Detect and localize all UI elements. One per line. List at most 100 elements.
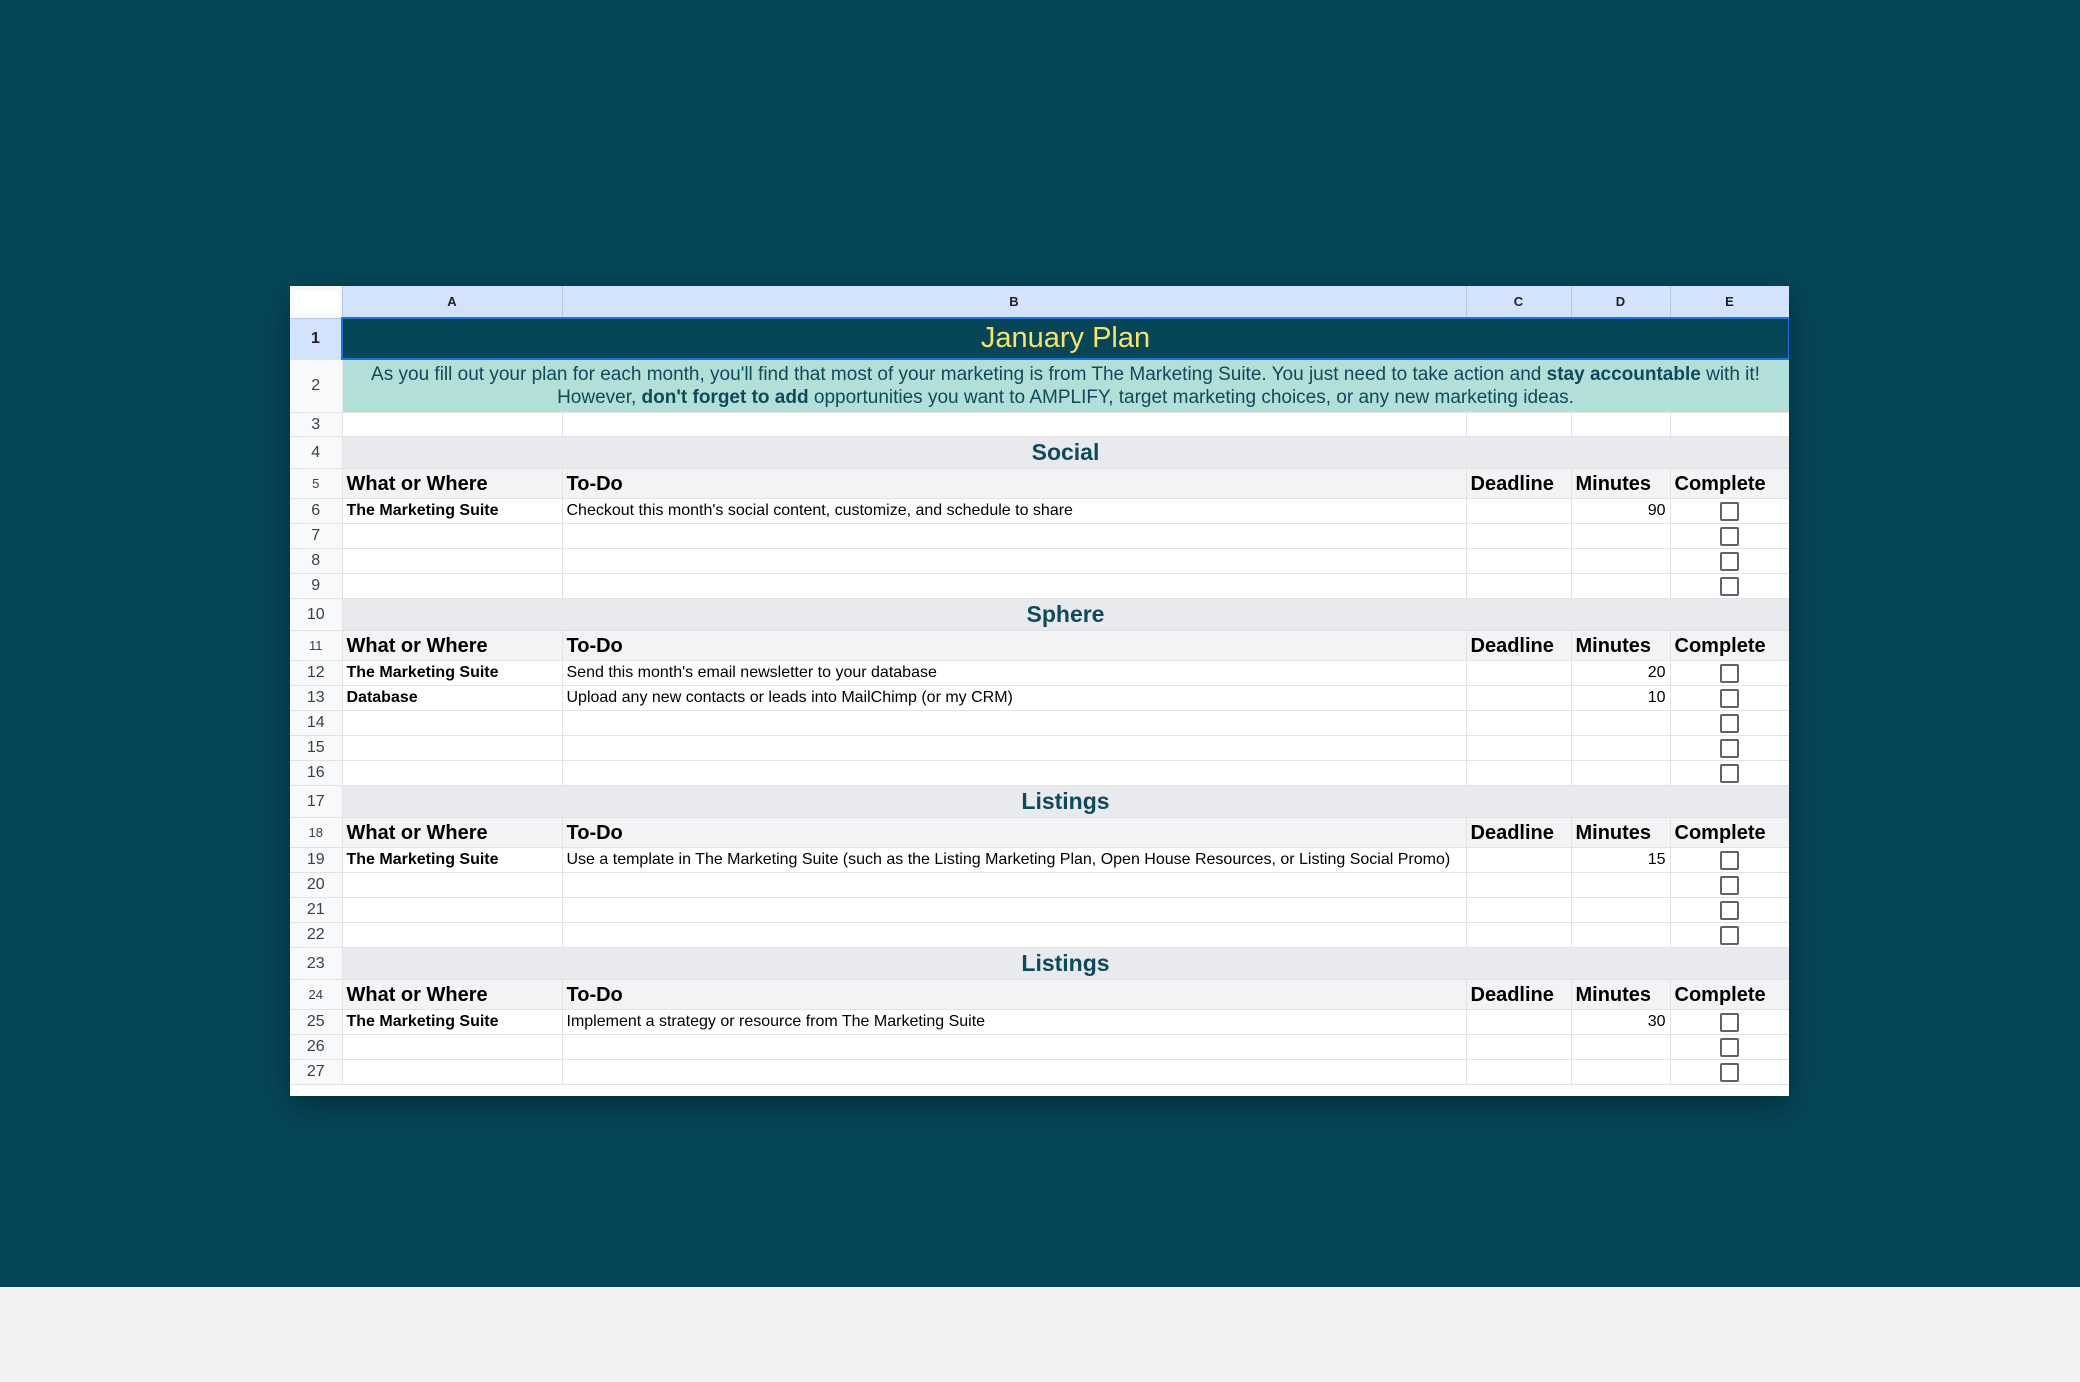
row-number[interactable]: 26 xyxy=(290,1034,343,1060)
row-number[interactable]: 9 xyxy=(290,573,343,599)
section-title[interactable]: Sphere xyxy=(342,598,1789,631)
cell[interactable] xyxy=(562,412,1467,437)
row-number[interactable]: 7 xyxy=(290,523,343,549)
to-do-cell[interactable] xyxy=(562,548,1467,574)
complete-checkbox[interactable] xyxy=(1720,688,1739,708)
section-title[interactable]: Listings xyxy=(342,785,1789,818)
complete-checkbox[interactable] xyxy=(1720,900,1739,920)
minutes-cell[interactable] xyxy=(1571,760,1671,786)
header-what-or-where[interactable]: What or Where xyxy=(342,979,563,1010)
what-or-where-cell[interactable] xyxy=(342,548,563,574)
what-or-where-cell[interactable]: The Marketing Suite xyxy=(342,498,563,524)
to-do-cell[interactable] xyxy=(562,710,1467,736)
to-do-cell[interactable] xyxy=(562,1059,1467,1085)
complete-checkbox[interactable] xyxy=(1720,576,1739,596)
minutes-cell[interactable] xyxy=(1571,710,1671,736)
header-deadline[interactable]: Deadline xyxy=(1466,468,1572,499)
header-to-do[interactable]: To-Do xyxy=(562,468,1467,499)
row-number[interactable]: 4 xyxy=(290,436,343,469)
complete-cell[interactable] xyxy=(1670,872,1789,898)
header-what-or-where[interactable]: What or Where xyxy=(342,468,563,499)
complete-cell[interactable] xyxy=(1670,523,1789,549)
minutes-cell[interactable] xyxy=(1571,523,1671,549)
row-number[interactable]: 13 xyxy=(290,685,343,711)
what-or-where-cell[interactable] xyxy=(342,1034,563,1060)
what-or-where-cell[interactable]: The Marketing Suite xyxy=(342,847,563,873)
to-do-cell[interactable] xyxy=(562,573,1467,599)
to-do-cell[interactable] xyxy=(562,523,1467,549)
row-number[interactable]: 6 xyxy=(290,498,343,524)
to-do-cell[interactable] xyxy=(562,735,1467,761)
complete-cell[interactable] xyxy=(1670,710,1789,736)
deadline-cell[interactable] xyxy=(1466,1059,1572,1085)
row-number[interactable]: 25 xyxy=(290,1009,343,1035)
to-do-cell[interactable]: Checkout this month's social content, cu… xyxy=(562,498,1467,524)
to-do-cell[interactable] xyxy=(562,1034,1467,1060)
complete-checkbox[interactable] xyxy=(1720,526,1739,546)
deadline-cell[interactable] xyxy=(1466,922,1572,948)
column-header-e[interactable]: E xyxy=(1670,286,1789,319)
what-or-where-cell[interactable]: The Marketing Suite xyxy=(342,1009,563,1035)
complete-cell[interactable] xyxy=(1670,735,1789,761)
deadline-cell[interactable] xyxy=(1466,735,1572,761)
header-minutes[interactable]: Minutes xyxy=(1571,630,1671,661)
what-or-where-cell[interactable] xyxy=(342,573,563,599)
minutes-cell[interactable] xyxy=(1571,1034,1671,1060)
header-complete[interactable]: Complete xyxy=(1670,979,1789,1010)
cell[interactable] xyxy=(1670,412,1789,437)
deadline-cell[interactable] xyxy=(1466,872,1572,898)
row-number[interactable]: 14 xyxy=(290,710,343,736)
deadline-cell[interactable] xyxy=(1466,548,1572,574)
row-number[interactable]: 27 xyxy=(290,1059,343,1085)
complete-cell[interactable] xyxy=(1670,1059,1789,1085)
to-do-cell[interactable]: Send this month's email newsletter to yo… xyxy=(562,660,1467,686)
header-to-do[interactable]: To-Do xyxy=(562,630,1467,661)
minutes-cell[interactable] xyxy=(1571,573,1671,599)
row-number[interactable]: 2 xyxy=(290,359,343,413)
minutes-cell[interactable]: 30 xyxy=(1571,1009,1671,1035)
cell[interactable] xyxy=(1571,412,1671,437)
complete-cell[interactable] xyxy=(1670,1009,1789,1035)
what-or-where-cell[interactable] xyxy=(342,872,563,898)
complete-cell[interactable] xyxy=(1670,660,1789,686)
row-number[interactable]: 11 xyxy=(290,630,343,661)
deadline-cell[interactable] xyxy=(1466,847,1572,873)
to-do-cell[interactable] xyxy=(562,922,1467,948)
row-number[interactable]: 3 xyxy=(290,412,343,437)
minutes-cell[interactable]: 90 xyxy=(1571,498,1671,524)
complete-cell[interactable] xyxy=(1670,847,1789,873)
complete-checkbox[interactable] xyxy=(1720,850,1739,870)
deadline-cell[interactable] xyxy=(1466,1034,1572,1060)
what-or-where-cell[interactable]: Database xyxy=(342,685,563,711)
complete-cell[interactable] xyxy=(1670,760,1789,786)
complete-checkbox[interactable] xyxy=(1720,1037,1739,1057)
deadline-cell[interactable] xyxy=(1466,1009,1572,1035)
row-number[interactable]: 24 xyxy=(290,979,343,1010)
header-to-do[interactable]: To-Do xyxy=(562,979,1467,1010)
minutes-cell[interactable] xyxy=(1571,922,1671,948)
header-minutes[interactable]: Minutes xyxy=(1571,468,1671,499)
minutes-cell[interactable] xyxy=(1571,548,1671,574)
cell[interactable] xyxy=(1466,412,1572,437)
row-number[interactable]: 15 xyxy=(290,735,343,761)
what-or-where-cell[interactable] xyxy=(342,760,563,786)
complete-checkbox[interactable] xyxy=(1720,501,1739,521)
select-all-corner[interactable] xyxy=(290,286,343,319)
complete-checkbox[interactable] xyxy=(1720,738,1739,758)
complete-checkbox[interactable] xyxy=(1720,925,1739,945)
header-deadline[interactable]: Deadline xyxy=(1466,979,1572,1010)
minutes-cell[interactable] xyxy=(1571,872,1671,898)
minutes-cell[interactable]: 20 xyxy=(1571,660,1671,686)
complete-cell[interactable] xyxy=(1670,1034,1789,1060)
complete-cell[interactable] xyxy=(1670,685,1789,711)
deadline-cell[interactable] xyxy=(1466,573,1572,599)
to-do-cell[interactable]: Use a template in The Marketing Suite (s… xyxy=(562,847,1467,873)
column-header-d[interactable]: D xyxy=(1571,286,1671,319)
minutes-cell[interactable] xyxy=(1571,1059,1671,1085)
deadline-cell[interactable] xyxy=(1466,685,1572,711)
row-number[interactable]: 1 xyxy=(290,318,343,360)
what-or-where-cell[interactable] xyxy=(342,523,563,549)
deadline-cell[interactable] xyxy=(1466,660,1572,686)
header-minutes[interactable]: Minutes xyxy=(1571,817,1671,848)
row-number[interactable]: 19 xyxy=(290,847,343,873)
